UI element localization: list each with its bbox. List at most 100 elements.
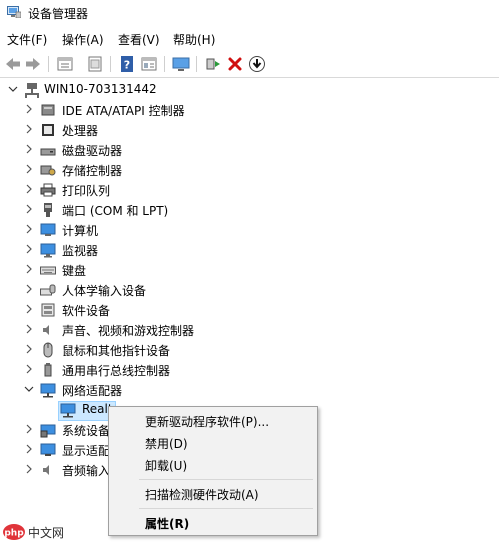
disk-drive-icon (40, 142, 56, 158)
expand-chevron-icon[interactable] (24, 224, 34, 234)
tree-item-label: 声音、视频和游戏控制器 (62, 324, 195, 338)
menu-view[interactable]: 查看(V) (118, 31, 160, 48)
tree-item-mouse[interactable]: 鼠标和其他指针设备 (0, 340, 499, 360)
title-bar: 设备管理器 (0, 0, 499, 26)
tree-item-label: 通用串行总线控制器 (62, 364, 171, 378)
tree-item-label: 显示适配 (62, 444, 111, 458)
tree-item-label: 处理器 (62, 124, 99, 138)
back-arrow-icon[interactable] (4, 55, 22, 73)
tree-item-label: 键盘 (62, 264, 87, 278)
usb-icon (40, 362, 56, 378)
menu-item-scan-hardware[interactable]: 扫描检测硬件改动(A) (109, 482, 317, 504)
hid-icon (40, 282, 56, 298)
tree-item-label: 软件设备 (62, 304, 111, 318)
tree-item-printer[interactable]: 打印队列 (0, 180, 499, 200)
tree-item-label: 网络适配器 (62, 384, 123, 398)
tree-item-hid[interactable]: 人体学输入设备 (0, 280, 499, 300)
tree-item-label: 计算机 (62, 224, 99, 238)
expand-chevron-icon[interactable] (24, 364, 34, 374)
tree-item-monitor[interactable]: 监视器 (0, 240, 499, 260)
collapse-chevron-icon[interactable] (8, 84, 18, 94)
uninstall-x-icon[interactable] (226, 55, 244, 73)
menu-action[interactable]: 操作(A) (62, 31, 104, 48)
menu-item-label: 禁用(D) (145, 437, 188, 451)
expand-chevron-icon[interactable] (24, 164, 34, 174)
storage-controller-icon (40, 162, 56, 178)
tree-item-sound[interactable]: 声音、视频和游戏控制器 (0, 320, 499, 340)
tree-item-network[interactable]: 网络适配器 (0, 380, 499, 400)
menu-item-uninstall[interactable]: 卸载(U) (109, 453, 317, 475)
processor-icon (40, 122, 56, 138)
menu-item-update-driver[interactable]: 更新驱动程序软件(P)... (109, 409, 317, 431)
tree-item-ide[interactable]: IDE ATA/ATAPI 控制器 (0, 100, 499, 120)
tree-item-disk[interactable]: 磁盘驱动器 (0, 140, 499, 160)
tree-item-label: 鼠标和其他指针设备 (62, 344, 171, 358)
expand-chevron-icon[interactable] (24, 204, 34, 214)
expand-chevron-icon[interactable] (24, 424, 34, 434)
show-hidden-icon[interactable] (86, 55, 104, 73)
network-adapter-icon (40, 382, 56, 398)
expand-chevron-icon[interactable] (24, 304, 34, 314)
menu-item-disable[interactable]: 禁用(D) (109, 431, 317, 453)
expand-chevron-icon[interactable] (24, 284, 34, 294)
monitor-icon (40, 242, 56, 258)
watermark-text: 中文网 (28, 526, 65, 540)
scan-monitor-icon[interactable] (172, 55, 190, 73)
expand-chevron-icon[interactable] (24, 124, 34, 134)
php-logo-icon: php (2, 522, 26, 542)
toolbar: ? (0, 51, 499, 78)
tree-item-port[interactable]: 端口 (COM 和 LPT) (0, 200, 499, 220)
console-tree-icon[interactable] (140, 55, 158, 73)
expand-chevron-icon[interactable] (24, 104, 34, 114)
expand-chevron-icon[interactable] (24, 184, 34, 194)
menu-item-label: 扫描检测硬件改动(A) (145, 488, 259, 502)
system-device-icon (40, 422, 56, 438)
menu-separator (139, 508, 313, 509)
expand-chevron-icon[interactable] (24, 444, 34, 454)
network-adapter-icon (60, 402, 76, 418)
device-manager-icon (7, 6, 22, 19)
expand-chevron-icon[interactable] (24, 464, 34, 474)
forward-arrow-icon[interactable] (24, 55, 42, 73)
tree-item-keyboard[interactable]: 键盘 (0, 260, 499, 280)
tree-item-label: 监视器 (62, 244, 99, 258)
window-title: 设备管理器 (28, 7, 89, 21)
menu-bar: 文件(F) 操作(A) 查看(V) 帮助(H) (0, 29, 499, 49)
audio-input-icon (40, 462, 56, 478)
properties-window-icon[interactable] (56, 55, 74, 73)
ide-controller-icon (40, 102, 56, 118)
expand-chevron-icon[interactable] (24, 244, 34, 254)
tree-item-software[interactable]: 软件设备 (0, 300, 499, 320)
tree-root[interactable]: WIN10-703131442 (0, 80, 499, 100)
tree-item-label: 人体学输入设备 (62, 284, 147, 298)
tree-item-computer[interactable]: 计算机 (0, 220, 499, 240)
update-driver-icon[interactable] (204, 55, 222, 73)
menu-item-label: 更新驱动程序软件(P)... (145, 415, 270, 429)
help-icon[interactable]: ? (118, 55, 136, 73)
collapse-chevron-icon[interactable] (24, 384, 34, 394)
expand-chevron-icon[interactable] (24, 264, 34, 274)
mouse-icon (40, 342, 56, 358)
sound-icon (40, 322, 56, 338)
tree-item-label: 端口 (COM 和 LPT) (62, 204, 169, 218)
computer-icon (40, 222, 56, 238)
expand-chevron-icon[interactable] (24, 324, 34, 334)
port-icon (40, 202, 56, 218)
printer-icon (40, 182, 56, 198)
context-menu: 更新驱动程序软件(P)... 禁用(D) 卸载(U) 扫描检测硬件改动(A) 属… (108, 406, 318, 536)
menu-help[interactable]: 帮助(H) (173, 31, 215, 48)
tree-item-label: 系统设备 (62, 424, 111, 438)
menu-item-properties[interactable]: 属性(R) (109, 511, 317, 533)
menu-separator (139, 479, 313, 480)
tree-item-storage[interactable]: 存储控制器 (0, 160, 499, 180)
expand-chevron-icon[interactable] (24, 144, 34, 154)
expand-chevron-icon[interactable] (24, 344, 34, 354)
display-adapter-icon (40, 442, 56, 458)
tree-item-label: 存储控制器 (62, 164, 123, 178)
computer-network-icon (24, 82, 40, 98)
tree-item-processor[interactable]: 处理器 (0, 120, 499, 140)
download-driver-icon[interactable] (248, 55, 266, 73)
tree-item-label: 音频输入 (62, 464, 111, 478)
tree-item-usb[interactable]: 通用串行总线控制器 (0, 360, 499, 380)
menu-file[interactable]: 文件(F) (7, 31, 47, 48)
